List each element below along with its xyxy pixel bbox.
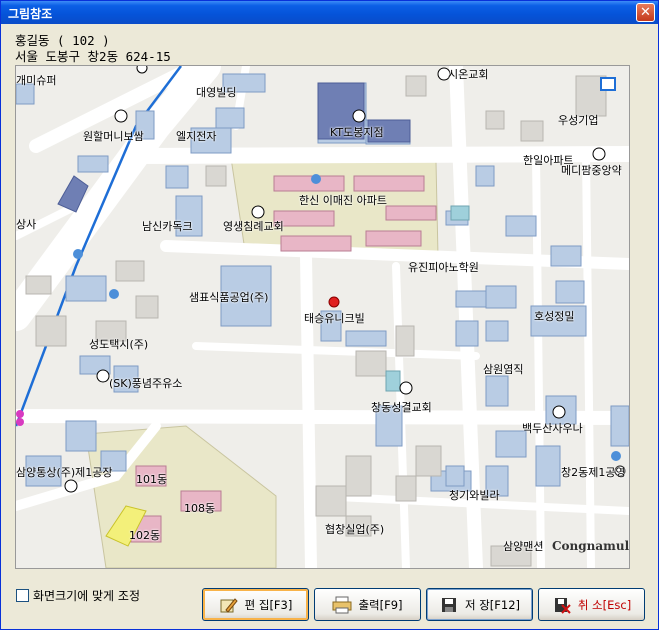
map-label: 102동 bbox=[129, 529, 161, 542]
close-button[interactable]: ✕ bbox=[636, 3, 655, 22]
map-label: 삼원염직 bbox=[483, 363, 524, 376]
map-label: 우성기업 bbox=[558, 114, 599, 127]
print-label: 출력[F9] bbox=[358, 597, 403, 612]
fit-to-screen-checkbox[interactable] bbox=[16, 589, 29, 602]
map-label: 108동 bbox=[184, 502, 216, 515]
edit-label: 편 집[F3] bbox=[244, 597, 293, 612]
map-label: 대영빌딩 bbox=[196, 86, 237, 99]
cancel-label: 취 소[Esc] bbox=[577, 597, 632, 612]
cancel-icon bbox=[552, 595, 572, 615]
map-label: KT도봉지점 bbox=[330, 126, 384, 139]
map-label: 한신 이매진 아파트 bbox=[299, 194, 387, 207]
map-view[interactable]: 개미슈퍼 대영빌딩 시온교회 KT도봉지점 원할머니보쌈 엘지전자 우성기업 한… bbox=[15, 65, 630, 569]
floppy-disk-icon bbox=[439, 595, 459, 615]
cancel-button[interactable]: 취 소[Esc] bbox=[538, 588, 645, 621]
map-label: 창동성결교회 bbox=[371, 401, 432, 414]
map-label: 영생침례교회 bbox=[223, 220, 284, 233]
map-label: 시온교회 bbox=[448, 68, 489, 81]
map-label: 청기와빌라 bbox=[449, 489, 500, 502]
printer-icon bbox=[332, 595, 352, 615]
map-label: 태승유니크빌 bbox=[304, 312, 365, 325]
map-label: 상사 bbox=[16, 218, 37, 231]
window-title: 그림참조 bbox=[8, 7, 53, 21]
map-label: 백두산사우나 bbox=[522, 422, 583, 435]
fit-to-screen-option[interactable]: 화면크기에 맞게 조정 bbox=[16, 587, 140, 604]
map-label: 원할머니보쌈 bbox=[83, 130, 144, 143]
map-provider-logo: Congnamul bbox=[552, 539, 630, 553]
save-button[interactable]: 저 장[F12] bbox=[426, 588, 533, 621]
map-label: (SK)풍념주유소 bbox=[109, 377, 183, 390]
map-label: 협창실업(주) bbox=[325, 523, 385, 536]
save-label: 저 장[F12] bbox=[464, 597, 521, 612]
map-label: 개미슈퍼 bbox=[16, 74, 57, 87]
edit-button[interactable]: 편 집[F3] bbox=[202, 588, 309, 621]
fit-to-screen-label: 화면크기에 맞게 조정 bbox=[33, 589, 140, 603]
map-label: 남신카독크 bbox=[142, 220, 193, 233]
map-label: 엘지전자 bbox=[176, 130, 217, 143]
map-label: 101동 bbox=[136, 473, 168, 486]
map-label: 성도택시(주) bbox=[89, 338, 149, 351]
print-button[interactable]: 출력[F9] bbox=[314, 588, 421, 621]
title-bar[interactable]: 그림참조 ✕ bbox=[1, 1, 658, 24]
map-label: 샘표식품공업(주) bbox=[189, 291, 269, 304]
map-label: 창2동제1공영 bbox=[561, 466, 626, 479]
map-label: 메디팜중앙약 bbox=[561, 164, 622, 177]
map-label: 삼양통상(주)제1공장 bbox=[16, 466, 113, 479]
dialog-window: 그림참조 ✕ 홍길동 ( 102 ) 서울 도봉구 창2동 624-15 개미슈… bbox=[0, 0, 659, 630]
edit-icon bbox=[219, 595, 239, 615]
customer-address: 서울 도봉구 창2동 624-15 bbox=[15, 49, 171, 64]
map-label: 유진피아노학원 bbox=[408, 261, 479, 274]
map-label: 호성정밀 bbox=[534, 310, 575, 323]
map-label: 삼양맨션 bbox=[503, 540, 544, 553]
